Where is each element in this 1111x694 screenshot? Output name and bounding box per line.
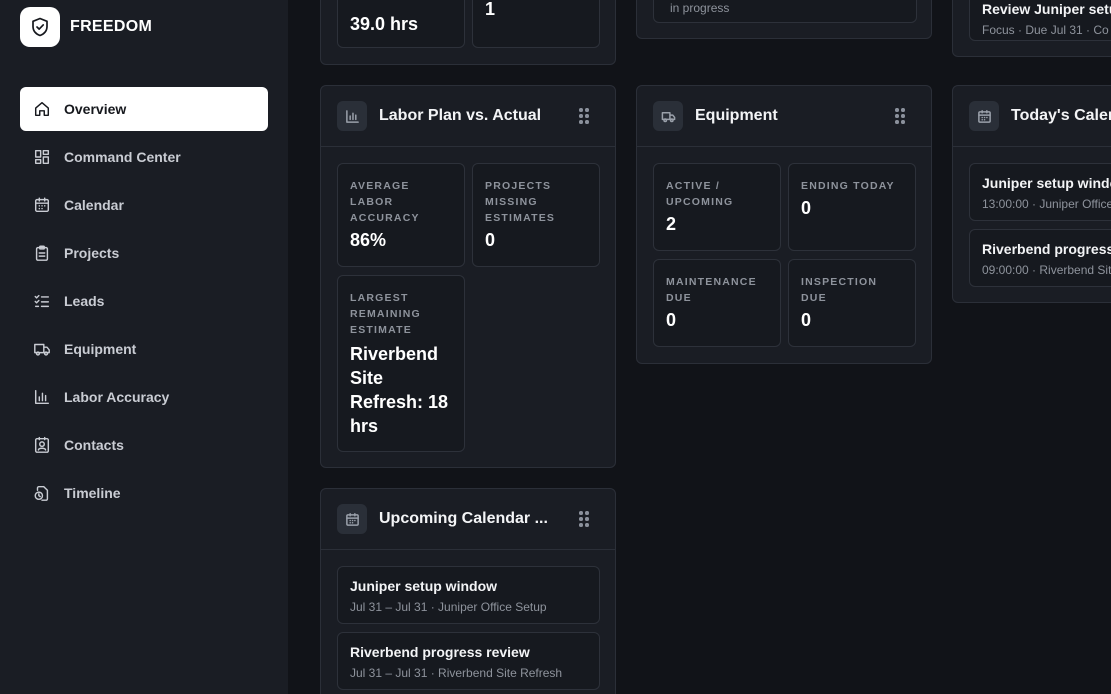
remaining-hours-card: 39.0 hrs 1 xyxy=(320,0,616,65)
sidebar-item-calendar[interactable]: Calendar xyxy=(20,183,268,227)
event-sub: 09:00:00 · Riverbend Site Refresh xyxy=(982,263,1111,277)
sidebar: FREEDOM Overview Command Center Calendar… xyxy=(0,0,288,694)
card-title: Labor Plan vs. Actual xyxy=(379,107,542,124)
checklist-icon xyxy=(32,291,52,311)
stat-label: LARGEST REMAINING ESTIMATE xyxy=(350,292,421,336)
sidebar-item-overview[interactable]: Overview xyxy=(20,87,268,131)
card-header: Equipment xyxy=(637,86,931,147)
stat-tile: INSPECTION DUE 0 xyxy=(788,259,916,347)
card-header: Labor Plan vs. Actual xyxy=(321,86,615,147)
card-title: Today's Calendar xyxy=(1011,107,1111,124)
upcoming-calendar-card: Upcoming Calendar ... Juniper setup wind… xyxy=(320,488,616,694)
stat-value: 0 xyxy=(801,198,812,218)
calendar-event[interactable]: Riverbend progress review Jul 31 – Jul 3… xyxy=(337,632,600,690)
sidebar-item-label: Command Center xyxy=(64,149,181,165)
stat-tile: ENDING TODAY 0 xyxy=(788,163,916,251)
stat-value: 86% xyxy=(350,230,387,250)
stat-value: 0 xyxy=(485,230,496,250)
sidebar-item-leads[interactable]: Leads xyxy=(20,279,268,323)
sidebar-item-timeline[interactable]: Timeline xyxy=(20,471,268,515)
timeline-icon xyxy=(32,483,52,503)
stat-tile: 1 xyxy=(472,0,600,48)
event-title: Riverbend progress review xyxy=(982,241,1111,257)
drag-handle-icon[interactable] xyxy=(579,108,589,124)
sidebar-item-equipment[interactable]: Equipment xyxy=(20,327,268,371)
sidebar-nav: Overview Command Center Calendar Project… xyxy=(20,87,268,519)
sidebar-item-labor-accuracy[interactable]: Labor Accuracy xyxy=(20,375,268,419)
home-icon xyxy=(32,99,52,119)
event-sub: Jul 31 – Jul 31 · Juniper Office Setup xyxy=(350,600,547,614)
card-header: Upcoming Calendar ... xyxy=(321,489,615,550)
stat-value: 0 xyxy=(801,310,812,330)
drag-handle-icon[interactable] xyxy=(579,511,589,527)
task-title: Review Juniper setup xyxy=(982,1,1111,17)
projects-status-card: in progress xyxy=(636,0,932,39)
equipment-card: Equipment ACTIVE / UPCOMING 2 ENDING TOD… xyxy=(636,85,932,364)
calendar-icon xyxy=(969,101,999,131)
stat-tile: 39.0 hrs xyxy=(337,0,465,48)
calendar-icon xyxy=(337,504,367,534)
status-text: in progress xyxy=(670,1,730,15)
sidebar-item-contacts[interactable]: Contacts xyxy=(20,423,268,467)
task-sub: Focus · Due Jul 31 · Co xyxy=(982,23,1109,37)
card-title: Upcoming Calendar ... xyxy=(379,510,548,527)
stat-tile: in progress xyxy=(653,0,917,23)
clipboard-icon xyxy=(32,243,52,263)
sidebar-item-label: Leads xyxy=(64,293,105,309)
event-sub: Jul 31 – Jul 31 · Riverbend Site Refresh xyxy=(350,666,563,680)
calendar-event[interactable]: Juniper setup window 13:00:00 · Juniper … xyxy=(969,163,1111,221)
sidebar-item-label: Equipment xyxy=(64,341,137,357)
stat-value: 2 xyxy=(666,214,677,234)
calendar-event[interactable]: Riverbend progress review 09:00:00 · Riv… xyxy=(969,229,1111,287)
stat-tile: LARGEST REMAINING ESTIMATE Riverbend Sit… xyxy=(337,275,465,452)
stat-tile: PROJECTS MISSING ESTIMATES 0 xyxy=(472,163,600,267)
stat-tile: AVERAGE LABOR ACCURACY 86% xyxy=(337,163,465,267)
calendar-event[interactable]: Juniper setup window Jul 31 – Jul 31 · J… xyxy=(337,566,600,624)
stat-tile: MAINTENANCE DUE 0 xyxy=(653,259,781,347)
sidebar-item-label: Timeline xyxy=(64,485,121,501)
brand[interactable]: FREEDOM xyxy=(20,7,152,47)
event-title: Juniper setup window xyxy=(350,578,498,594)
bar-chart-icon xyxy=(32,387,52,407)
shield-logo-icon xyxy=(20,7,60,47)
stat-tile: ACTIVE / UPCOMING 2 xyxy=(653,163,781,251)
bar-chart-icon xyxy=(337,101,367,131)
stat-value: 0 xyxy=(666,310,677,330)
sidebar-item-label: Contacts xyxy=(64,437,124,453)
sidebar-item-command-center[interactable]: Command Center xyxy=(20,135,268,179)
contact-icon xyxy=(32,435,52,455)
sidebar-item-label: Calendar xyxy=(64,197,124,213)
task-item[interactable]: Review Juniper setup Focus · Due Jul 31 … xyxy=(969,0,1111,41)
card-header: Today's Calendar xyxy=(953,86,1111,147)
sidebar-item-label: Labor Accuracy xyxy=(64,389,170,405)
grid-icon xyxy=(32,147,52,167)
truck-icon xyxy=(32,339,52,359)
event-title: Juniper setup window xyxy=(982,175,1111,191)
truck-icon xyxy=(653,101,683,131)
sidebar-item-label: Overview xyxy=(64,101,127,117)
sidebar-item-projects[interactable]: Projects xyxy=(20,231,268,275)
stat-label: INSPECTION DUE xyxy=(801,276,878,304)
stat-value: Riverbend Site Refresh: 18 hrs xyxy=(350,344,449,436)
stat-label: AVERAGE LABOR ACCURACY xyxy=(350,180,420,224)
stat-label: MAINTENANCE DUE xyxy=(666,276,757,304)
labor-plan-card: Labor Plan vs. Actual AVERAGE LABOR ACCU… xyxy=(320,85,616,468)
stat-value: 39.0 hrs xyxy=(350,14,419,34)
stat-value: 1 xyxy=(485,0,496,19)
calendar-icon xyxy=(32,195,52,215)
sidebar-item-label: Projects xyxy=(64,245,120,261)
event-sub: 13:00:00 · Juniper Office Setup xyxy=(982,197,1111,211)
event-title: Riverbend progress review xyxy=(350,644,530,660)
card-title: Equipment xyxy=(695,107,778,124)
stat-label: ACTIVE / UPCOMING xyxy=(666,180,734,208)
focus-tasks-card: Review Juniper setup Focus · Due Jul 31 … xyxy=(952,0,1111,57)
brand-name: FREEDOM xyxy=(70,18,153,35)
stat-label: ENDING TODAY xyxy=(801,180,895,192)
todays-calendar-card: Today's Calendar Juniper setup window 13… xyxy=(952,85,1111,303)
drag-handle-icon[interactable] xyxy=(895,108,905,124)
stat-label: PROJECTS MISSING ESTIMATES xyxy=(485,180,556,224)
